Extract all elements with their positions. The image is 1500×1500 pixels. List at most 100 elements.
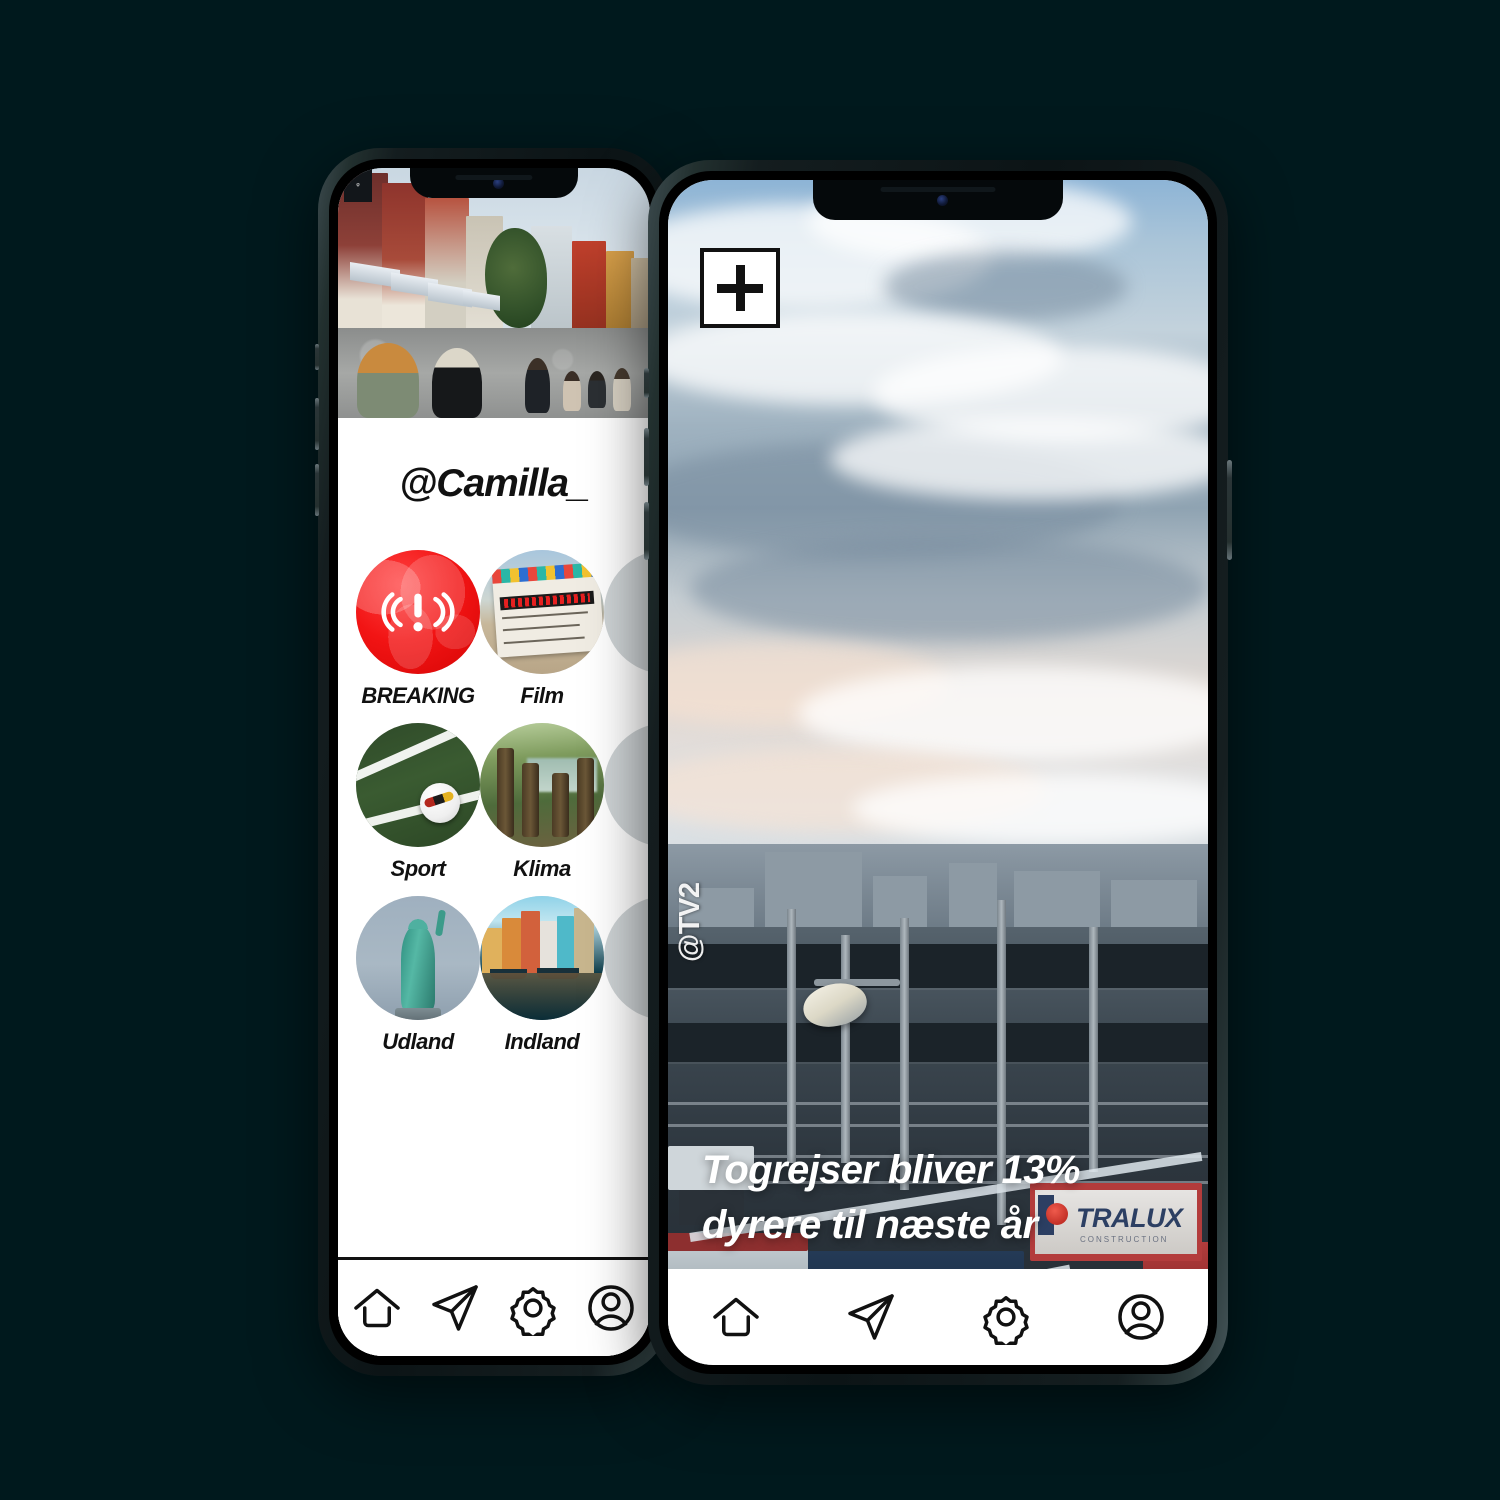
volume-up-button[interactable] <box>644 428 649 486</box>
pedestrian <box>356 343 420 418</box>
breaking-news-globe-icon <box>356 550 480 674</box>
back-phone-notch <box>410 168 578 198</box>
cloud <box>884 251 1127 323</box>
pitch-line <box>356 783 480 835</box>
broadcast-alert-icon <box>356 550 480 674</box>
harbour-house <box>482 928 503 973</box>
back-phone-bottom-nav <box>338 1257 650 1356</box>
gear-icon[interactable] <box>978 1289 1034 1345</box>
pedestrian <box>431 348 482 418</box>
street-building <box>606 250 635 336</box>
pitch-shape <box>356 723 480 847</box>
category-item-breaking[interactable]: BREAKING <box>356 550 480 709</box>
clapperboard-icon <box>480 550 604 674</box>
category-label: Indland <box>504 1029 580 1054</box>
earpiece-speaker <box>880 187 996 192</box>
statue-shape <box>395 909 446 1020</box>
category-thumb-clipped <box>604 896 650 1020</box>
front-camera <box>936 194 948 206</box>
catenary-pole <box>840 935 850 1164</box>
profile-content: @Camilla_ BREAKING Film Sport Klima Udla… <box>338 418 650 1356</box>
home-icon[interactable] <box>349 1280 405 1336</box>
mute-switch[interactable] <box>315 344 319 370</box>
tree-trunk <box>576 757 594 838</box>
back-phone-screen: φ @Camilla_ BREAKING Film Sport Klima Ud… <box>338 168 650 1356</box>
gear-icon[interactable] <box>505 1280 561 1336</box>
category-item-overflow <box>604 896 650 1055</box>
front-phone-device: TRALUX CONSTRUCTION @TV2 Togrejser blive… <box>644 160 1232 1385</box>
mute-switch[interactable] <box>644 368 649 398</box>
clapper-row <box>504 636 586 644</box>
category-label: Sport <box>390 856 446 881</box>
catenary-pole <box>1089 926 1099 1173</box>
front-phone-bezel: TRALUX CONSTRUCTION @TV2 Togrejser blive… <box>659 171 1217 1374</box>
statue-base <box>395 1008 441 1020</box>
volume-up-button[interactable] <box>315 398 319 450</box>
statue-of-liberty-icon <box>356 896 480 1020</box>
front-phone-bottom-nav <box>668 1269 1208 1365</box>
volume-down-button[interactable] <box>644 502 649 560</box>
clapper-digits <box>499 590 595 611</box>
category-item-overflow <box>604 550 650 709</box>
category-item-overflow <box>604 723 650 882</box>
category-item-film[interactable]: Film <box>480 550 604 709</box>
catenary-pole <box>786 909 796 1164</box>
station-canopy <box>668 944 1208 988</box>
category-label: Klima <box>513 856 571 881</box>
pitch-line <box>356 723 480 787</box>
harbour-house <box>539 920 557 973</box>
harbour-house <box>520 910 540 973</box>
story-headline: Togrejser bliver 13% dyrere til næste år <box>702 1147 1080 1247</box>
category-label: Udland <box>382 1029 454 1054</box>
nyhavn-shape <box>480 896 604 1020</box>
rail-track <box>668 1101 1208 1105</box>
category-thumb-clipped <box>604 723 650 847</box>
category-label: Film <box>520 683 564 708</box>
category-item-klima[interactable]: Klima <box>480 723 604 882</box>
send-icon[interactable] <box>843 1289 899 1345</box>
send-icon[interactable] <box>427 1280 483 1336</box>
back-phone-bezel: φ @Camilla_ BREAKING Film Sport Klima Ud… <box>329 159 659 1365</box>
clapper-row <box>503 624 580 632</box>
nyhavn-icon <box>480 896 604 1020</box>
category-thumb-clipped <box>604 550 650 674</box>
water-reflection <box>480 972 604 1020</box>
forest-shape <box>480 723 604 847</box>
category-label: BREAKING <box>361 683 475 708</box>
shop-sign: φ <box>344 168 373 202</box>
category-item-indland[interactable]: Indland <box>480 896 604 1055</box>
street-building <box>572 240 607 336</box>
tree-trunk <box>551 772 569 838</box>
pedestrian <box>525 358 551 413</box>
harbour-house <box>502 918 521 973</box>
harbour-house <box>574 908 595 973</box>
profile-handle: @Camilla_ <box>399 462 589 505</box>
canvas: φ @Camilla_ BREAKING Film Sport Klima Ud… <box>0 0 1500 1500</box>
tv2-watermark: @TV2 <box>674 882 706 963</box>
football-icon <box>356 723 480 847</box>
story-media: TRALUX CONSTRUCTION @TV2 Togrejser blive… <box>668 180 1208 1365</box>
harbour-house <box>556 915 575 973</box>
category-item-udland[interactable]: Udland <box>356 896 480 1055</box>
pedestrian <box>612 368 632 411</box>
back-phone-device: φ @Camilla_ BREAKING Film Sport Klima Ud… <box>315 148 670 1376</box>
station-canopy <box>668 1023 1208 1063</box>
cloud <box>689 535 1208 643</box>
rail-track <box>668 1123 1208 1127</box>
front-phone-notch <box>813 180 1063 220</box>
profile-icon[interactable] <box>583 1280 639 1336</box>
forest-icon <box>480 723 604 847</box>
pedestrian <box>562 370 582 411</box>
earpiece-speaker <box>455 175 533 180</box>
category-grid: BREAKING Film Sport Klima Udland Indland <box>338 550 650 1055</box>
volume-down-button[interactable] <box>315 464 319 516</box>
tree-trunk <box>497 747 515 838</box>
pedestrian <box>587 370 607 408</box>
add-story-button[interactable] <box>700 248 780 328</box>
clapperboard-shape <box>491 562 604 658</box>
profile-icon[interactable] <box>1113 1289 1169 1345</box>
home-icon[interactable] <box>708 1289 764 1345</box>
front-phone-screen: TRALUX CONSTRUCTION @TV2 Togrejser blive… <box>668 180 1208 1365</box>
power-button[interactable] <box>1227 460 1232 560</box>
category-item-sport[interactable]: Sport <box>356 723 480 882</box>
